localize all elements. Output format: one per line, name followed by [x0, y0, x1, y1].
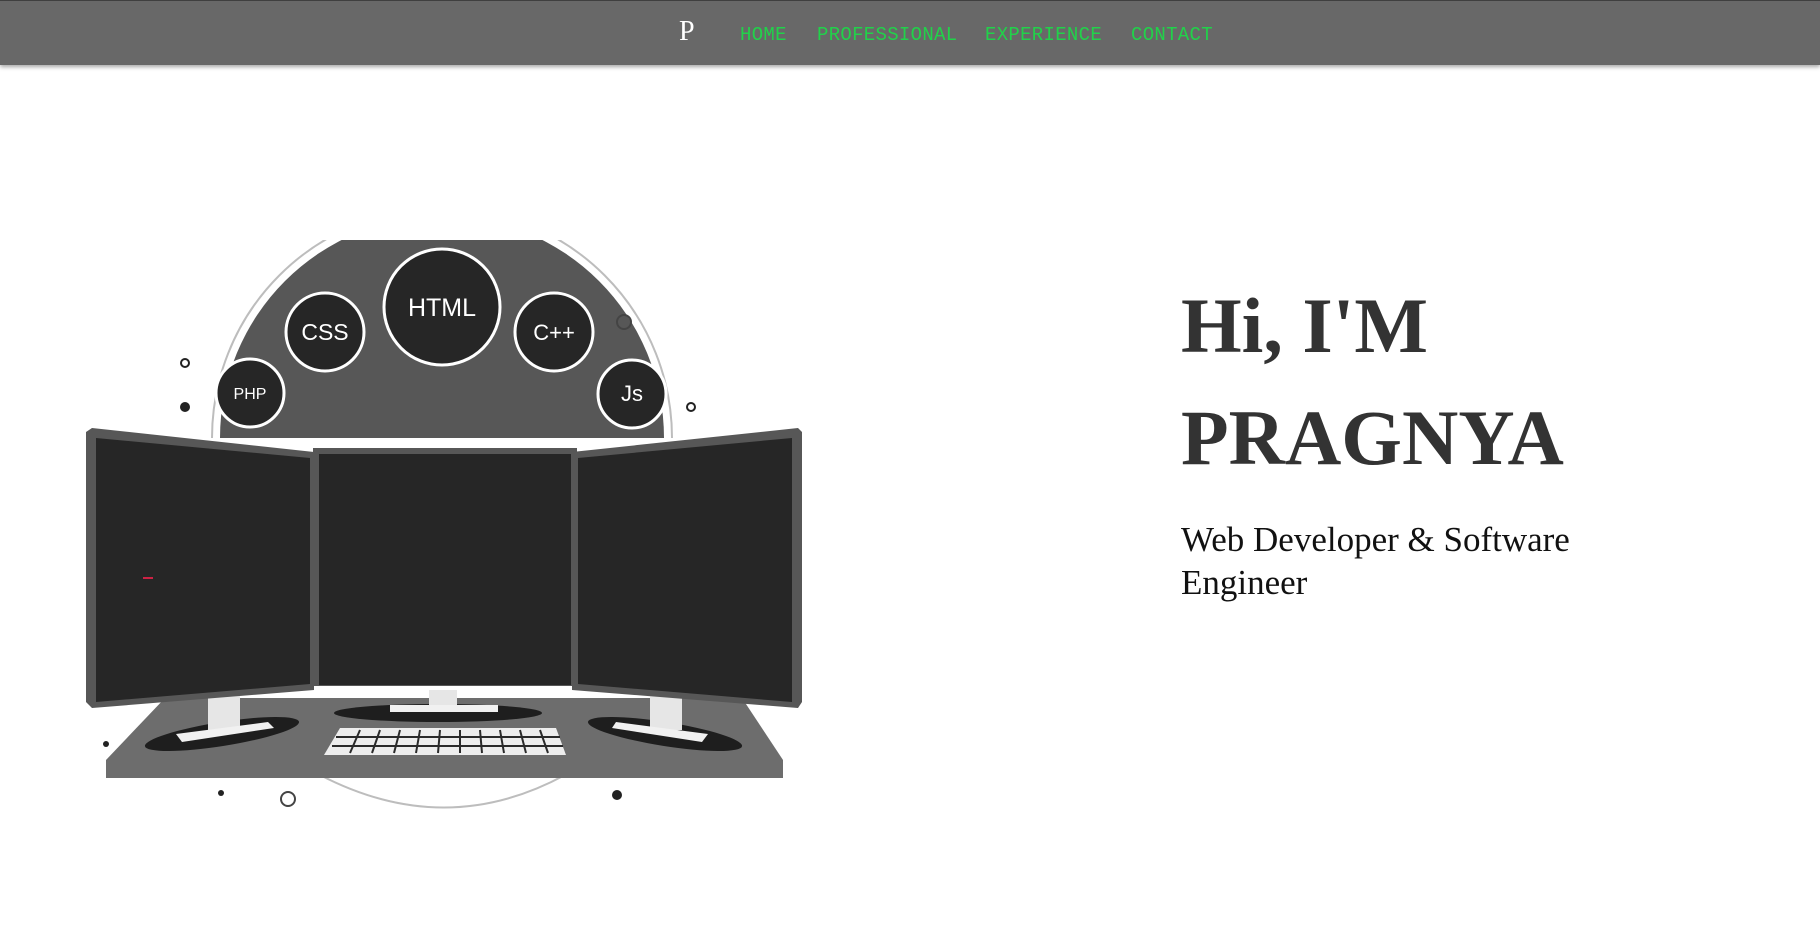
js-label: Js [621, 381, 643, 406]
nav-link-home[interactable]: HOME [740, 23, 787, 47]
hero-heading: Hi, I'M PRAGNYA [1181, 270, 1564, 494]
hero-illustration: PHP CSS HTML C++ Js [86, 240, 802, 809]
bottom-arc [319, 774, 566, 809]
decor-dot [180, 358, 190, 368]
nav-link-experience[interactable]: EXPERIENCE [985, 23, 1102, 47]
navbar: P HOME PROFESSIONAL EXPERIENCE CONTACT [0, 0, 1820, 65]
name-text: PRAGNYA [1181, 394, 1564, 481]
css-bubble: CSS [284, 291, 366, 373]
html-label: HTML [408, 294, 476, 322]
monitor-screen-left [96, 438, 310, 702]
monitor-screen-center [319, 454, 571, 685]
keyboard [324, 728, 566, 755]
html-bubble: HTML [382, 247, 502, 367]
cpp-label: C++ [533, 320, 575, 345]
stand-center [429, 690, 457, 706]
stand-left [208, 696, 240, 730]
decor-dot [180, 402, 190, 412]
stand-right [650, 696, 682, 730]
decor-dot [686, 402, 696, 412]
nav-link-professional[interactable]: PROFESSIONAL [817, 23, 957, 47]
php-label: PHP [234, 386, 267, 403]
monitor-screen-right [578, 438, 792, 702]
decor-dot [103, 741, 109, 747]
decor-dot [218, 790, 224, 796]
stand-base-center [390, 705, 498, 712]
nav-link-contact[interactable]: CONTACT [1131, 23, 1213, 47]
js-bubble: Js [596, 358, 668, 430]
greeting-text: Hi, I'M [1181, 282, 1428, 369]
php-bubble: PHP [214, 357, 286, 429]
decor-dot [612, 790, 622, 800]
decor-dot [280, 791, 296, 807]
css-label: CSS [301, 319, 348, 345]
logo-link[interactable]: P [679, 15, 695, 49]
cpp-bubble: C++ [513, 291, 595, 373]
hero-subtitle: Web Developer & Software Engineer [1181, 520, 1570, 602]
